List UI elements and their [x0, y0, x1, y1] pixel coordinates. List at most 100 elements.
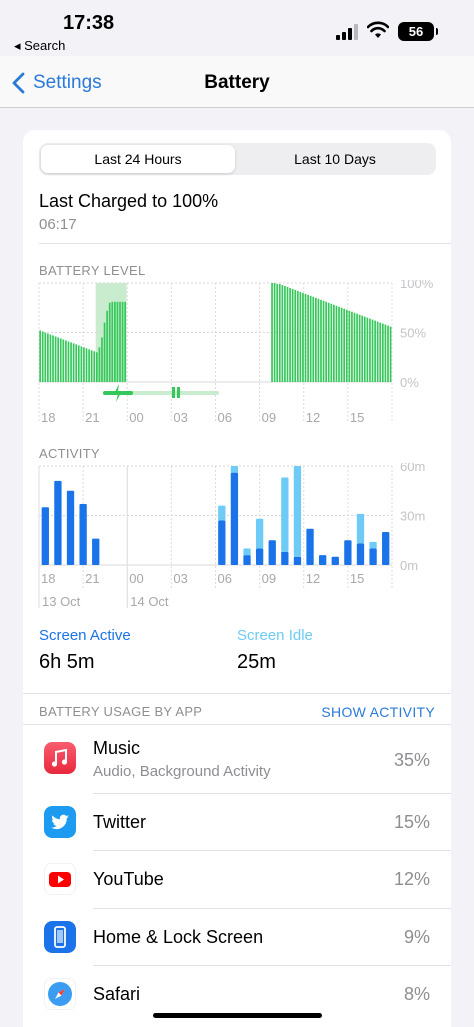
home-indicator: [153, 1013, 322, 1018]
battery-bar: [124, 301, 127, 382]
battery-bar: [85, 348, 88, 382]
battery-bar: [39, 330, 41, 382]
battery-bar: [121, 301, 124, 382]
idle-bar: [293, 466, 302, 557]
app-name: Twitter: [93, 812, 147, 832]
battery-bar: [333, 304, 335, 382]
app-row-home-lock-screen[interactable]: Home & Lock Screen 9%: [23, 909, 451, 966]
battery-bar: [119, 301, 121, 382]
battery-bar: [291, 288, 294, 382]
music-icon: [44, 742, 76, 774]
status-bar: 17:38 ◂ Search 56: [0, 0, 474, 56]
battery-bar: [387, 325, 389, 382]
battery-bar: [77, 345, 80, 382]
x-tick-label: 12: [306, 571, 320, 586]
activity-bar: [382, 532, 390, 565]
app-percent: 9%: [403, 927, 430, 947]
app-name: YouTube: [93, 869, 164, 889]
battery-bar: [286, 286, 289, 382]
youtube-icon: [44, 863, 76, 895]
y-tick-label: 0%: [400, 375, 419, 390]
battery-bar: [322, 300, 325, 382]
battery-bar: [103, 322, 106, 382]
screen-active-value: 6h 5m: [39, 651, 95, 673]
show-activity-button[interactable]: SHOW ACTIVITY: [321, 704, 435, 720]
segment-last-24-hours[interactable]: Last 24 Hours: [41, 145, 235, 173]
battery-bar: [363, 316, 366, 382]
x-tick-label: 09: [262, 571, 276, 586]
battery-bar: [340, 307, 343, 382]
battery-bar: [271, 283, 273, 382]
battery-bar: [289, 287, 291, 382]
battery-bar: [62, 339, 65, 382]
y-tick-label: 50%: [400, 326, 426, 341]
app-row-twitter[interactable]: Twitter 15%: [23, 794, 451, 851]
battery-bar: [307, 294, 309, 382]
back-to-search-link[interactable]: ◂ Search: [14, 38, 65, 54]
activity-bar: [319, 555, 327, 565]
battery-bar: [325, 301, 327, 382]
safari-icon: [44, 978, 76, 1010]
x-tick-label: 18: [41, 571, 55, 586]
battery-bar: [335, 305, 338, 382]
battery-bar: [278, 283, 281, 382]
battery-bar: [327, 302, 330, 382]
activity-bar: [306, 528, 314, 565]
segment-last-10-days[interactable]: Last 10 Days: [238, 145, 432, 173]
battery-bar: [49, 334, 52, 382]
activity-bar: [230, 472, 239, 565]
page-title: Battery: [204, 72, 270, 93]
date-label: 14 Oct: [130, 594, 169, 609]
battery-bar: [294, 289, 297, 382]
app-percent: 8%: [403, 984, 430, 1004]
app-row-youtube[interactable]: YouTube 12%: [23, 851, 451, 908]
battery-bar: [101, 337, 103, 382]
battery-bar: [106, 310, 108, 382]
battery-bar: [304, 293, 307, 382]
battery-level-label: BATTERY LEVEL: [39, 263, 146, 278]
battery-bar: [67, 341, 70, 382]
battery-bar: [381, 323, 384, 382]
x-tick-label: 15: [350, 571, 364, 586]
date-label: 13 Oct: [42, 594, 81, 609]
battery-bar: [361, 315, 364, 382]
battery-bar: [114, 301, 116, 382]
x-tick-label: 21: [85, 410, 99, 425]
y-tick-label: 0m: [400, 558, 418, 573]
battery-bar: [374, 320, 376, 382]
x-tick-label: 21: [85, 571, 99, 586]
battery-bar: [302, 292, 304, 382]
activity-label: ACTIVITY: [39, 446, 100, 461]
battery-card: Last 24 Hours Last 10 Days Last Charged …: [23, 130, 451, 1027]
pause-icon: [177, 387, 180, 398]
battery-bar: [47, 333, 49, 382]
time-range-segmented-control: Last 24 Hours Last 10 Days: [39, 143, 436, 175]
x-tick-label: 03: [173, 571, 187, 586]
activity-bar: [369, 548, 377, 565]
divider: [39, 243, 451, 244]
x-tick-label: 18: [41, 410, 55, 425]
activity-chart: 60m 30m 0m 18 21 00 03 06 09 12 15 13 Oct 14 Oct: [38, 463, 425, 609]
battery-bar: [366, 317, 369, 382]
battery-bar: [116, 301, 119, 382]
battery-bar: [343, 308, 346, 382]
battery-bar: [44, 332, 47, 382]
x-tick-label: 00: [129, 410, 143, 425]
battery-bar: [351, 311, 353, 382]
app-row-music[interactable]: Music Audio, Background Activity 35%: [23, 725, 451, 793]
app-name: Home & Lock Screen: [93, 927, 264, 947]
activity-bar: [41, 507, 49, 565]
y-tick-label: 100%: [400, 280, 434, 291]
battery-bar: [320, 299, 322, 382]
app-percent: 15%: [393, 812, 430, 832]
battery-bar: [70, 342, 72, 382]
battery-bar: [65, 340, 67, 382]
x-tick-label: 06: [218, 571, 232, 586]
battery-bar: [312, 296, 315, 382]
status-time: 17:38: [63, 12, 115, 34]
battery-bar: [111, 301, 114, 382]
battery-bar: [356, 313, 358, 382]
y-tick-label: 30m: [400, 509, 425, 524]
battery-bar: [93, 351, 96, 382]
battery-bar: [41, 331, 44, 382]
